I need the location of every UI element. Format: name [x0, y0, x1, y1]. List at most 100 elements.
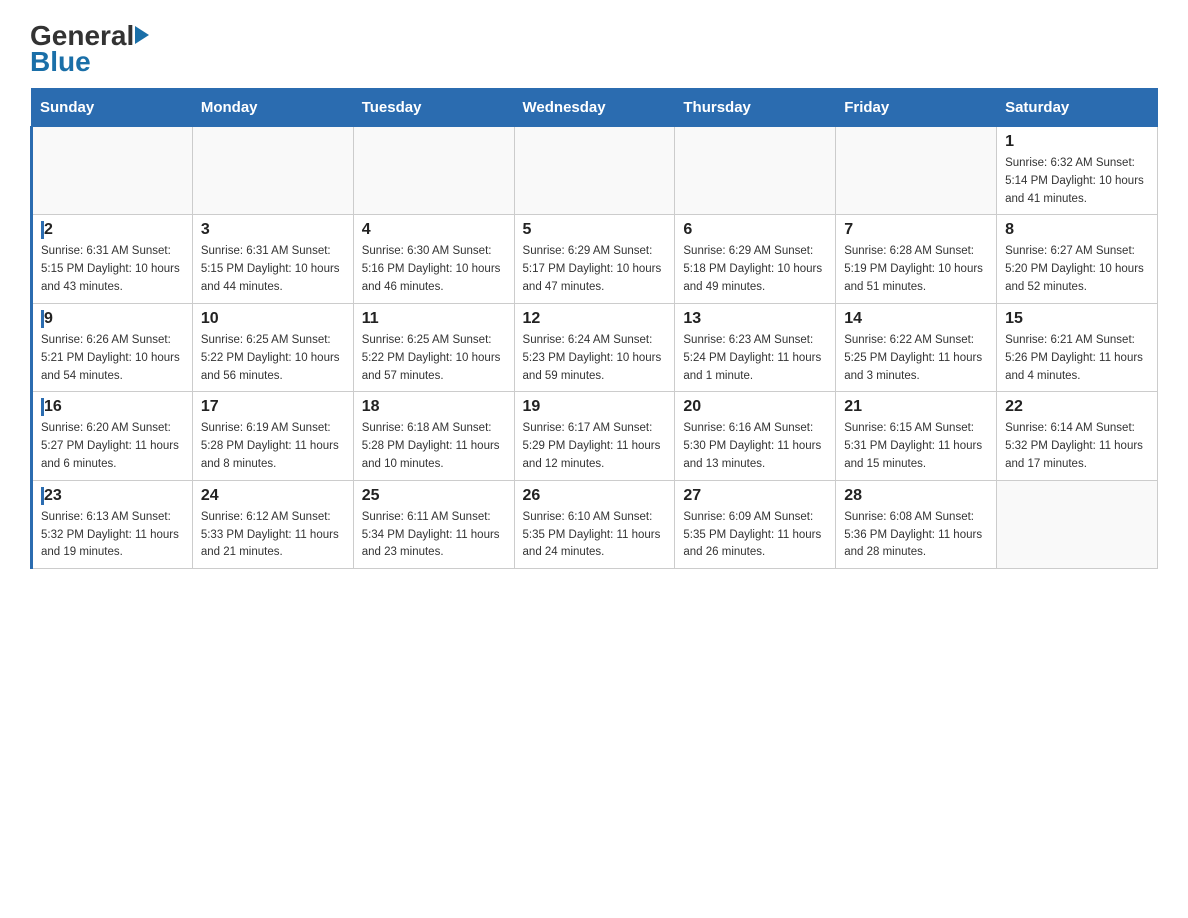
day-number: 21: [844, 398, 988, 416]
day-info: Sunrise: 6:15 AM Sunset: 5:31 PM Dayligh…: [844, 420, 988, 473]
calendar-cell: [192, 127, 353, 215]
day-number: 19: [523, 398, 667, 416]
day-number: 1: [1005, 133, 1149, 151]
day-info: Sunrise: 6:30 AM Sunset: 5:16 PM Dayligh…: [362, 243, 506, 296]
day-info: Sunrise: 6:21 AM Sunset: 5:26 PM Dayligh…: [1005, 332, 1149, 385]
day-info: Sunrise: 6:31 AM Sunset: 5:15 PM Dayligh…: [41, 243, 184, 296]
calendar-cell: 15 Sunrise: 6:21 AM Sunset: 5:26 PM Dayli…: [997, 303, 1158, 391]
day-info: Sunrise: 6:20 AM Sunset: 5:27 PM Dayligh…: [41, 420, 184, 473]
day-number: 2: [41, 221, 184, 239]
day-header-wednesday: Wednesday: [514, 89, 675, 127]
logo: General Blue: [30, 20, 150, 78]
day-number: 17: [201, 398, 345, 416]
day-number: 23: [41, 487, 184, 505]
calendar-cell: 4 Sunrise: 6:30 AM Sunset: 5:16 PM Daylig…: [353, 215, 514, 303]
calendar-header-row: SundayMondayTuesdayWednesdayThursdayFrid…: [32, 89, 1158, 127]
calendar-table: SundayMondayTuesdayWednesdayThursdayFrid…: [30, 88, 1158, 569]
calendar-cell: 2 Sunrise: 6:31 AM Sunset: 5:15 PM Daylig…: [32, 215, 193, 303]
day-info: Sunrise: 6:26 AM Sunset: 5:21 PM Dayligh…: [41, 332, 184, 385]
calendar-cell: 21 Sunrise: 6:15 AM Sunset: 5:31 PM Dayli…: [836, 392, 997, 480]
calendar-cell: [32, 127, 193, 215]
day-info: Sunrise: 6:22 AM Sunset: 5:25 PM Dayligh…: [844, 332, 988, 385]
calendar-cell: 3Sunrise: 6:31 AM Sunset: 5:15 PM Daylig…: [192, 215, 353, 303]
day-number: 4: [362, 221, 506, 239]
logo-arrow-icon: [135, 26, 149, 44]
day-info: Sunrise: 6:18 AM Sunset: 5:28 PM Dayligh…: [362, 420, 506, 473]
calendar-cell: [353, 127, 514, 215]
day-number: 25: [362, 487, 506, 505]
day-number: 18: [362, 398, 506, 416]
calendar-cell: 13 Sunrise: 6:23 AM Sunset: 5:24 PM Dayli…: [675, 303, 836, 391]
calendar-cell: 27 Sunrise: 6:09 AM Sunset: 5:35 PM Dayli…: [675, 480, 836, 568]
day-info: Sunrise: 6:28 AM Sunset: 5:19 PM Dayligh…: [844, 243, 988, 296]
day-info: Sunrise: 6:11 AM Sunset: 5:34 PM Dayligh…: [362, 509, 506, 562]
calendar-cell: 5 Sunrise: 6:29 AM Sunset: 5:17 PM Daylig…: [514, 215, 675, 303]
day-number: 11: [362, 310, 506, 328]
calendar-cell: [836, 127, 997, 215]
day-info: Sunrise: 6:09 AM Sunset: 5:35 PM Dayligh…: [683, 509, 827, 562]
day-number: 5: [523, 221, 667, 239]
calendar-cell: 20 Sunrise: 6:16 AM Sunset: 5:30 PM Dayli…: [675, 392, 836, 480]
day-header-friday: Friday: [836, 89, 997, 127]
calendar-cell: 18 Sunrise: 6:18 AM Sunset: 5:28 PM Dayli…: [353, 392, 514, 480]
calendar-cell: 19 Sunrise: 6:17 AM Sunset: 5:29 PM Dayli…: [514, 392, 675, 480]
day-number: 13: [683, 310, 827, 328]
day-number: 10: [201, 310, 345, 328]
calendar-week-3: 9 Sunrise: 6:26 AM Sunset: 5:21 PM Daylig…: [32, 303, 1158, 391]
calendar-cell: 26Sunrise: 6:10 AM Sunset: 5:35 PM Dayli…: [514, 480, 675, 568]
calendar-cell: 16 Sunrise: 6:20 AM Sunset: 5:27 PM Dayli…: [32, 392, 193, 480]
calendar-cell: 17Sunrise: 6:19 AM Sunset: 5:28 PM Dayli…: [192, 392, 353, 480]
day-info: Sunrise: 6:08 AM Sunset: 5:36 PM Dayligh…: [844, 509, 988, 562]
day-number: 15: [1005, 310, 1149, 328]
day-header-saturday: Saturday: [997, 89, 1158, 127]
day-header-monday: Monday: [192, 89, 353, 127]
day-info: Sunrise: 6:17 AM Sunset: 5:29 PM Dayligh…: [523, 420, 667, 473]
day-number: 3: [201, 221, 345, 239]
day-number: 20: [683, 398, 827, 416]
calendar-week-5: 23 Sunrise: 6:13 AM Sunset: 5:32 PM Dayli…: [32, 480, 1158, 568]
day-number: 22: [1005, 398, 1149, 416]
day-info: Sunrise: 6:16 AM Sunset: 5:30 PM Dayligh…: [683, 420, 827, 473]
calendar-cell: 23 Sunrise: 6:13 AM Sunset: 5:32 PM Dayli…: [32, 480, 193, 568]
calendar-cell: 7Sunrise: 6:28 AM Sunset: 5:19 PM Daylig…: [836, 215, 997, 303]
day-info: Sunrise: 6:27 AM Sunset: 5:20 PM Dayligh…: [1005, 243, 1149, 296]
day-number: 27: [683, 487, 827, 505]
day-info: Sunrise: 6:23 AM Sunset: 5:24 PM Dayligh…: [683, 332, 827, 385]
calendar-week-1: 1 Sunrise: 6:32 AM Sunset: 5:14 PM Daylig…: [32, 127, 1158, 215]
calendar-cell: 10 Sunrise: 6:25 AM Sunset: 5:22 PM Dayli…: [192, 303, 353, 391]
calendar-cell: 1 Sunrise: 6:32 AM Sunset: 5:14 PM Daylig…: [997, 127, 1158, 215]
day-number: 9: [41, 310, 184, 328]
day-info: Sunrise: 6:12 AM Sunset: 5:33 PM Dayligh…: [201, 509, 345, 562]
calendar-cell: 11Sunrise: 6:25 AM Sunset: 5:22 PM Dayli…: [353, 303, 514, 391]
calendar-cell: 12 Sunrise: 6:24 AM Sunset: 5:23 PM Dayli…: [514, 303, 675, 391]
calendar-cell: [997, 480, 1158, 568]
calendar-cell: 28 Sunrise: 6:08 AM Sunset: 5:36 PM Dayli…: [836, 480, 997, 568]
calendar-week-2: 2 Sunrise: 6:31 AM Sunset: 5:15 PM Daylig…: [32, 215, 1158, 303]
calendar-cell: 25 Sunrise: 6:11 AM Sunset: 5:34 PM Dayli…: [353, 480, 514, 568]
logo-blue-text: Blue: [30, 46, 91, 78]
calendar-cell: 22 Sunrise: 6:14 AM Sunset: 5:32 PM Dayli…: [997, 392, 1158, 480]
day-number: 14: [844, 310, 988, 328]
day-number: 6: [683, 221, 827, 239]
calendar-cell: 9 Sunrise: 6:26 AM Sunset: 5:21 PM Daylig…: [32, 303, 193, 391]
calendar-cell: 6Sunrise: 6:29 AM Sunset: 5:18 PM Daylig…: [675, 215, 836, 303]
day-number: 24: [201, 487, 345, 505]
day-number: 12: [523, 310, 667, 328]
page-header: General Blue: [30, 20, 1158, 78]
calendar-cell: [675, 127, 836, 215]
day-number: 16: [41, 398, 184, 416]
day-header-thursday: Thursday: [675, 89, 836, 127]
calendar-cell: 24 Sunrise: 6:12 AM Sunset: 5:33 PM Dayli…: [192, 480, 353, 568]
day-info: Sunrise: 6:32 AM Sunset: 5:14 PM Dayligh…: [1005, 155, 1149, 208]
calendar-cell: 8Sunrise: 6:27 AM Sunset: 5:20 PM Daylig…: [997, 215, 1158, 303]
day-info: Sunrise: 6:14 AM Sunset: 5:32 PM Dayligh…: [1005, 420, 1149, 473]
day-info: Sunrise: 6:25 AM Sunset: 5:22 PM Dayligh…: [201, 332, 345, 385]
day-header-sunday: Sunday: [32, 89, 193, 127]
day-info: Sunrise: 6:13 AM Sunset: 5:32 PM Dayligh…: [41, 509, 184, 562]
day-info: Sunrise: 6:24 AM Sunset: 5:23 PM Dayligh…: [523, 332, 667, 385]
day-number: 28: [844, 487, 988, 505]
day-number: 26: [523, 487, 667, 505]
day-info: Sunrise: 6:29 AM Sunset: 5:17 PM Dayligh…: [523, 243, 667, 296]
calendar-week-4: 16 Sunrise: 6:20 AM Sunset: 5:27 PM Dayli…: [32, 392, 1158, 480]
calendar-cell: [514, 127, 675, 215]
